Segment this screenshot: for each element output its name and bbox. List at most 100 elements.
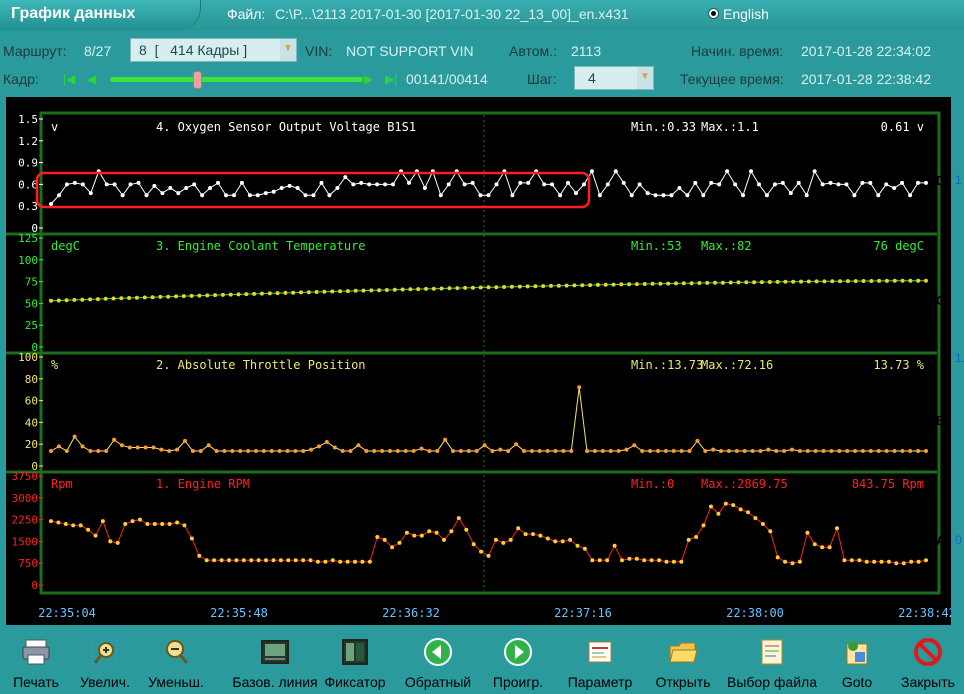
data-point [734,449,739,453]
data-point [309,447,314,452]
series-line-C [50,280,926,302]
panel-unit: % [51,358,59,372]
data-point [916,559,921,564]
zoom-out-icon[interactable] [160,636,192,668]
zoom-in-icon[interactable] [89,636,121,668]
toolbar-label: Фиксатор [324,674,386,690]
data-point [642,282,647,286]
data-point [775,555,780,560]
data-point [464,527,469,532]
data-point [123,522,128,526]
first-frame-icon[interactable]: |◀ [63,72,75,86]
data-point [351,182,356,187]
data-point [805,449,810,453]
y-tick-label: 3750 [12,470,39,483]
data-point [827,545,832,550]
panel-current: 843.75 Rpm [852,477,924,491]
vin-value: NOT SUPPORT VIN [346,43,474,59]
reverse-icon[interactable] [422,636,454,668]
data-point [733,182,738,187]
data-point [502,285,507,289]
parameter-icon[interactable] [584,636,616,668]
data-point [797,449,802,453]
data-point [241,558,246,563]
data-point [575,543,580,548]
chevron-down-icon[interactable]: ▼ [637,67,653,89]
frame-label: Кадр: [3,71,39,87]
data-point [516,526,521,531]
panel-title: 3. Engine Coolant Temperature [156,239,366,253]
data-point [868,180,873,185]
language-radio[interactable] [708,8,719,19]
data-point [64,449,69,453]
language-label[interactable]: English [723,6,769,22]
data-point [267,291,272,296]
data-point [766,447,771,452]
data-point [605,558,610,563]
series-line-D [50,169,926,205]
goto-icon[interactable] [841,636,873,668]
data-point [838,279,843,284]
select-file-icon[interactable] [756,636,788,668]
data-point [384,288,389,292]
data-point [713,280,718,285]
data-point [104,449,109,453]
data-point [760,522,765,526]
data-point [805,530,810,535]
data-point [909,559,914,564]
data-point [572,283,577,288]
data-point [538,533,543,538]
data-point [112,182,117,187]
data-point [669,193,674,198]
data-point [616,449,621,453]
data-point [324,440,329,444]
data-point [230,449,235,453]
y-tick-label: 25 [25,319,38,332]
channel-letter: D [936,173,946,188]
data-point [645,191,650,196]
y-tick-label: 0 [31,579,38,592]
data-point [380,449,385,453]
data-point [212,558,217,563]
data-point [451,449,455,453]
printer-icon[interactable] [20,636,52,668]
data-point [103,296,108,301]
scale-mark: 0 [955,533,962,547]
series-line-B [50,387,926,452]
step-select[interactable]: 4 ▼ [574,66,654,90]
prev-frame-icon[interactable]: ◀ [87,72,96,86]
chevron-down-icon[interactable]: ▼ [280,39,296,61]
data-point [412,533,417,538]
frame-slider-track[interactable] [110,77,363,82]
play-icon[interactable] [502,636,534,668]
toolbar-label: Базов. линия [232,674,318,690]
data-graph[interactable]: 22:35:04 22:35:48 22:36:32 22:37:16 22:38:00… [6,97,956,625]
data-point [134,295,139,300]
data-point [323,559,328,564]
open-folder-icon[interactable] [667,636,699,668]
data-point [391,182,395,187]
data-point [924,278,928,283]
data-point [466,449,471,453]
close-icon[interactable] [912,636,944,668]
data-point [411,449,416,453]
frame-slider-handle[interactable] [193,71,203,89]
data-point [144,193,149,198]
data-point [860,449,865,453]
frame-select[interactable]: 8 [ 414 Кадры ] ▼ [130,38,297,62]
last-frame-icon[interactable]: ▶| [385,72,397,86]
time-tick-label: 22:37:16 [554,606,612,620]
data-point [886,559,891,564]
data-point [908,193,913,198]
y-tick-label: 2250 [12,514,39,527]
baseline-icon[interactable] [259,636,291,668]
data-point [595,282,600,287]
data-point [577,385,582,390]
freeze-icon[interactable] [339,636,371,668]
data-point [463,285,468,290]
data-point [119,443,124,448]
next-frame-icon[interactable]: ▶ [364,72,373,86]
data-point [175,520,180,525]
data-point [506,449,511,453]
data-point [924,180,928,185]
